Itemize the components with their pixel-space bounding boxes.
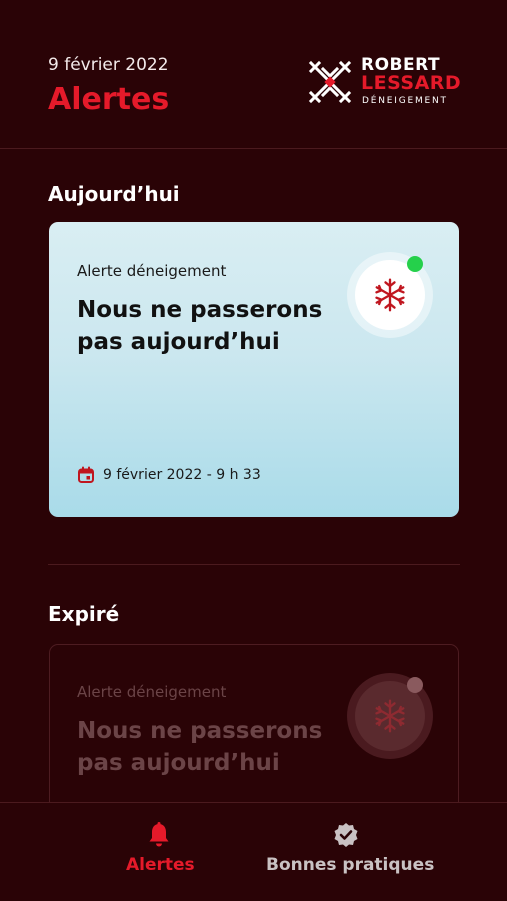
tab-alertes[interactable]: Alertes: [100, 803, 220, 901]
company-logo: ROBERT LESSARD DÉNEIGEMENT: [305, 55, 465, 111]
alert-timestamp-text: 9 février 2022 - 9 h 33: [103, 467, 261, 483]
logo-snowflake-icon: [308, 60, 352, 104]
alert-card-today[interactable]: Alerte déneigement Nous ne passerons pas…: [49, 222, 459, 517]
alert-timestamp: 9 février 2022 - 9 h 33: [77, 465, 261, 485]
section-divider: [48, 564, 460, 565]
bottom-tab-bar: Alertes Bonnes pratiques: [0, 802, 507, 901]
expired-alert-kicker: Alerte déneigement: [77, 683, 227, 701]
alert-headline: Nous ne passerons pas aujourd’hui: [77, 297, 323, 355]
active-status-dot: [407, 256, 423, 272]
bell-icon: [149, 822, 169, 847]
logo-line3: DÉNEIGEMENT: [362, 96, 448, 106]
expired-alert-badge: [347, 673, 433, 759]
alert-badge: [347, 252, 433, 338]
header: 9 février 2022 Alertes ROBERT LESSARD DÉ…: [0, 0, 507, 148]
tab-bonnes-pratiques[interactable]: Bonnes pratiques: [262, 803, 435, 901]
header-divider: [0, 148, 507, 149]
snowflake-icon: [375, 699, 405, 733]
current-date: 9 février 2022: [48, 55, 169, 75]
calendar-icon: [78, 466, 94, 483]
logo-line2: LESSARD: [361, 72, 462, 94]
tab-bonnes-pratiques-label: Bonnes pratiques: [266, 855, 435, 875]
tab-alertes-label: Alertes: [126, 855, 195, 875]
inactive-status-dot: [407, 677, 423, 693]
verified-badge-icon: [334, 823, 358, 847]
alert-kicker: Alerte déneigement: [77, 262, 227, 280]
snowflake-icon: [375, 278, 405, 312]
section-title-expired: Expiré: [48, 602, 120, 626]
page-title: Alertes: [48, 82, 170, 117]
expired-alert-headline: Nous ne passerons pas aujourd’hui: [77, 718, 323, 776]
section-title-today: Aujourd’hui: [48, 182, 180, 206]
